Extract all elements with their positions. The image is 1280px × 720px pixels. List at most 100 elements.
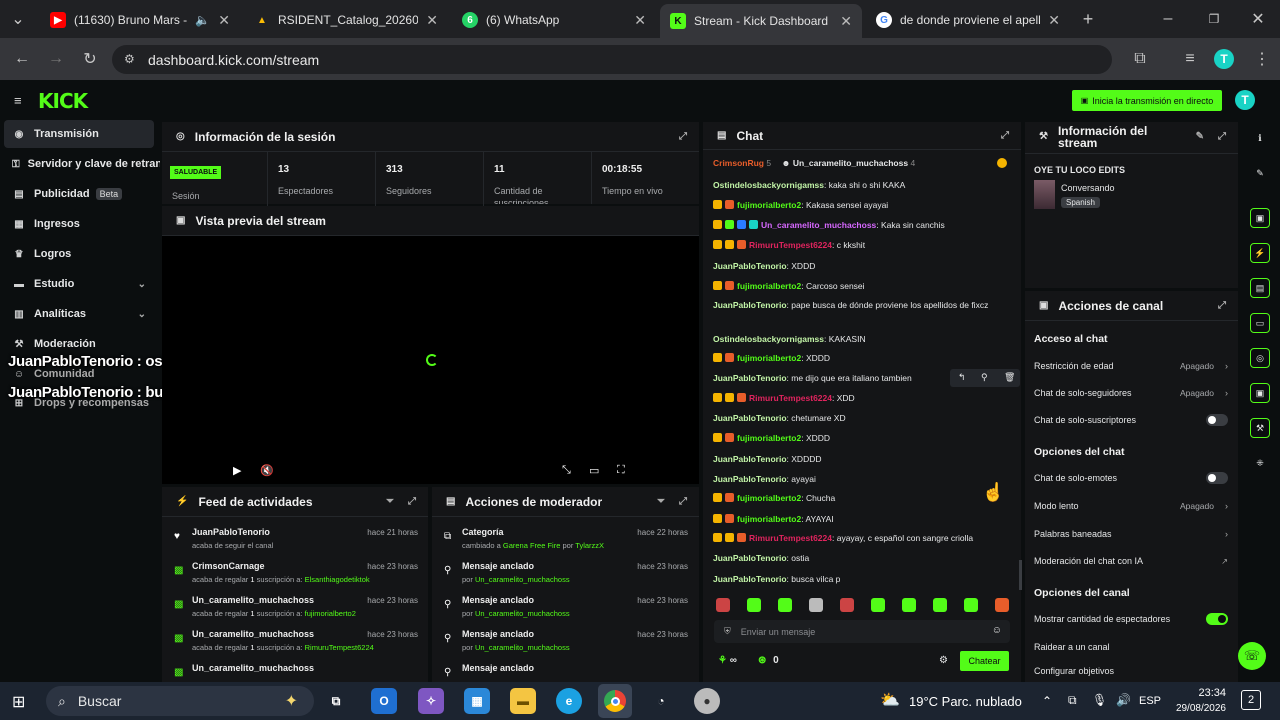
new-tab-icon[interactable]: + — [1076, 7, 1100, 31]
maximize-icon[interactable]: ❐ — [1202, 7, 1226, 31]
extensions-icon[interactable]: ⧉ — [1128, 47, 1152, 71]
chat-username[interactable]: JuanPabloTenorio — [713, 474, 787, 484]
chat-username[interactable]: fujimorialberto2 — [737, 281, 801, 291]
file-explorer-icon[interactable]: ▬ — [510, 688, 536, 714]
send-chat-button[interactable]: Chatear — [960, 651, 1009, 671]
emotes-only-toggle[interactable] — [1206, 472, 1228, 484]
url-bar[interactable]: ⚙ dashboard.kick.com/stream — [112, 45, 1112, 74]
show-viewers-toggle[interactable] — [1206, 613, 1228, 625]
settings-icon[interactable]: ◎ — [1250, 348, 1270, 368]
tab-youtube[interactable]: ▶ (11630) Bruno Mars - Wi 🔈 ✕ — [40, 6, 240, 34]
apps-icon[interactable]: ⁜ — [1250, 453, 1270, 473]
close-tab-icon[interactable]: ✕ — [1048, 12, 1060, 29]
chat-username[interactable]: fujimorialberto2 — [737, 200, 801, 210]
feed-user[interactable]: Un_caramelito_muchachoss — [192, 595, 314, 605]
emote-icon[interactable] — [778, 598, 792, 612]
chat-username[interactable]: JuanPabloTenorio — [713, 574, 787, 584]
alert-icon[interactable] — [997, 158, 1007, 168]
expand-icon[interactable]: ⤢ — [1218, 131, 1226, 142]
volume-icon[interactable]: 🔊 — [1116, 693, 1131, 707]
close-tab-icon[interactable]: ✕ — [426, 12, 438, 29]
chat-input[interactable]: ⛨ Enviar un mensaje ☺ — [714, 620, 1010, 643]
mod-target[interactable]: Un_caramelito_muchachoss — [475, 609, 570, 618]
tab-kick-dashboard[interactable]: K Stream - Kick Dashboard ✕ — [660, 4, 862, 38]
expand-icon[interactable]: ⤢ — [679, 131, 687, 142]
clock-time[interactable]: 23:34 — [1174, 687, 1226, 699]
outlook-icon[interactable]: O — [371, 688, 397, 714]
sidebar-item-estudio[interactable]: ▬ Estudio ⌄ — [4, 270, 154, 298]
banned-words-row[interactable]: Palabras baneadas › — [1034, 525, 1228, 543]
pinned-user[interactable]: CrimsonRug — [713, 158, 764, 168]
sidebar-item-logros[interactable]: ♛ Logros — [4, 240, 154, 268]
emote-icon[interactable] — [933, 598, 947, 612]
pin-icon[interactable]: ⚲ — [981, 372, 988, 383]
chat-username[interactable]: JuanPabloTenorio — [713, 454, 787, 464]
feed-target[interactable]: RimuruTempest6224 — [305, 643, 374, 652]
close-tab-icon[interactable]: ✕ — [218, 12, 230, 29]
chat-settings-icon[interactable]: ⚙ — [939, 655, 948, 666]
chrome-icon[interactable] — [598, 684, 632, 718]
chat-username[interactable]: fujimorialberto2 — [737, 433, 801, 443]
mod-target[interactable]: TylarzzX — [575, 541, 604, 550]
age-restriction-row[interactable]: Restricción de edad Apagado › — [1034, 357, 1228, 375]
feed-user[interactable]: Un_caramelito_muchachoss — [192, 663, 314, 673]
close-tab-icon[interactable]: ✕ — [840, 13, 852, 30]
feed-target[interactable]: Elsanthiagodetiktok — [305, 575, 370, 584]
go-live-button[interactable]: ▣ Inicia la transmisión en directo — [1072, 90, 1222, 111]
info-icon[interactable]: ℹ — [1250, 128, 1270, 148]
mod-target[interactable]: Un_caramelito_muchachoss — [475, 643, 570, 652]
feed-user[interactable]: Un_caramelito_muchachoss — [192, 629, 314, 639]
chat-username[interactable]: fujimorialberto2 — [737, 493, 801, 503]
raid-channel-row[interactable]: Raidear a un canal — [1034, 638, 1228, 656]
chat-username[interactable]: Un_caramelito_muchachoss — [761, 220, 876, 230]
ai-moderation-row[interactable]: Moderación del chat con IA ↗ — [1034, 552, 1228, 570]
weather-text[interactable]: 19°C Parc. nublado — [909, 694, 1022, 709]
followers-only-row[interactable]: Chat de solo-seguidores Apagado › — [1034, 384, 1228, 402]
clock-date[interactable]: 29/08/2026 — [1168, 703, 1226, 714]
emote-icon[interactable] — [995, 598, 1009, 612]
sidebar-item-transmision[interactable]: ◉ Transmisión — [4, 120, 154, 148]
edit-icon[interactable]: ✎ — [1250, 163, 1270, 183]
kick-logo[interactable]: KICK — [38, 89, 88, 113]
chat-username[interactable]: JuanPabloTenorio — [713, 553, 787, 563]
chat-username[interactable]: fujimorialberto2 — [737, 353, 801, 363]
sidebar-item-servidor[interactable]: ⚿ Servidor y clave de retrans — [4, 150, 160, 178]
mute-icon[interactable]: 🔇 — [260, 464, 274, 477]
profile-avatar[interactable]: T — [1212, 47, 1236, 71]
chevron-up-icon[interactable]: ⌃ — [1042, 694, 1052, 708]
filter-icon[interactable]: ⏷ — [657, 496, 665, 507]
feed-user[interactable]: JuanPabloTenorio — [192, 527, 270, 537]
chat-username[interactable]: JuanPabloTenorio — [713, 373, 787, 383]
edge-icon[interactable]: e — [556, 688, 582, 714]
browser-menu-icon[interactable]: ⋮ — [1250, 47, 1274, 71]
feed-user[interactable]: CrimsonCarnage — [192, 561, 265, 571]
emote-icon[interactable] — [716, 598, 730, 612]
channel-icon[interactable]: ▣ — [1250, 383, 1270, 403]
taskbar-search[interactable]: ⌕ Buscar ✦ — [46, 686, 314, 716]
language-indicator[interactable]: ESP — [1139, 695, 1161, 707]
close-window-icon[interactable]: ✕ — [1246, 7, 1270, 31]
reload-icon[interactable]: ↻ — [78, 47, 102, 71]
sidebar-item-analiticas[interactable]: ▥ Analíticas ⌄ — [4, 300, 154, 328]
wrench-icon[interactable]: ⚒ — [1250, 418, 1270, 438]
chat-username[interactable]: JuanPabloTenorio — [713, 261, 787, 271]
goals-row[interactable]: Configurar objetivos — [1034, 666, 1228, 680]
site-info-icon[interactable]: ⚙ — [124, 52, 135, 66]
windows-start-icon[interactable]: ⊞ — [12, 692, 25, 712]
pinned-user[interactable]: Un_caramelito_muchachoss — [793, 158, 908, 168]
list-icon[interactable]: ▤ — [1250, 278, 1270, 298]
copilot-icon[interactable]: ✧ — [418, 688, 444, 714]
expand-icon[interactable]: ⤢ — [679, 496, 687, 507]
media-control-icon[interactable]: ≡ — [1178, 47, 1202, 71]
app-icon[interactable]: ● — [694, 688, 720, 714]
store-icon[interactable]: ▦ — [464, 688, 490, 714]
bolt-icon[interactable]: ⚡ — [1250, 243, 1270, 263]
chat-username[interactable]: JuanPabloTenorio — [713, 300, 787, 310]
reply-icon[interactable]: ↰ — [958, 372, 966, 383]
tab-whatsapp[interactable]: 6 (6) WhatsApp ✕ — [452, 6, 656, 34]
stream-category[interactable]: Conversando — [1061, 183, 1115, 193]
chat-username[interactable]: fujimorialberto2 — [737, 514, 801, 524]
slow-mode-row[interactable]: Modo lento Apagado › — [1034, 497, 1228, 515]
edit-icon[interactable]: ✎ — [1196, 131, 1204, 142]
chat-scrollbar[interactable] — [1019, 560, 1022, 590]
